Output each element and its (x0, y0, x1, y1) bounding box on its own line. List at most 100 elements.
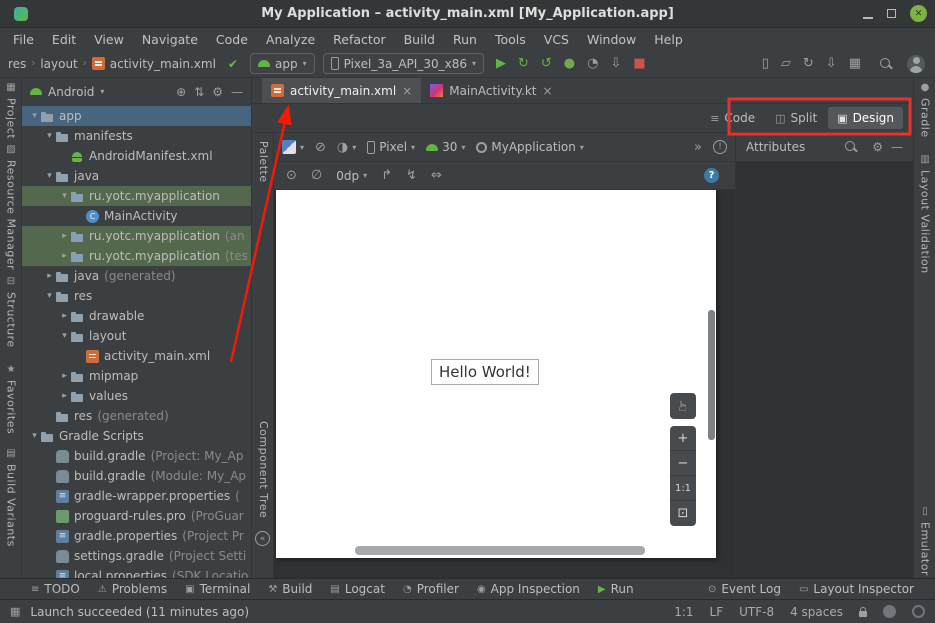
tree-row[interactable]: proguard-rules.pro (ProGuar (22, 506, 251, 526)
menu-item[interactable]: Refactor (324, 30, 394, 49)
tree-row[interactable]: AndroidManifest.xml (22, 146, 251, 166)
tool-run[interactable]: ▶ Run (589, 579, 643, 599)
menu-item[interactable]: Tools (486, 30, 535, 49)
tree-row[interactable]: ▸ values (22, 386, 251, 406)
apply-changes-icon[interactable]: ↻ (514, 56, 533, 71)
component-tree-tool-button[interactable]: Component Tree (257, 421, 270, 518)
zoom-fit-button[interactable]: ⊡ (670, 501, 696, 526)
tab-activity-main-xml[interactable]: activity_main.xml × (262, 78, 421, 103)
debug-icon[interactable]: ● (560, 56, 579, 71)
profiler-icon[interactable]: ◔ (583, 56, 602, 71)
structure-icon[interactable]: ▦ (845, 56, 865, 71)
tab-main-activity-kt[interactable]: MainActivity.kt × (421, 78, 561, 103)
zoom-ratio-button[interactable]: 1:1 (670, 476, 696, 501)
tree-row[interactable]: ▾ Gradle Scripts (22, 426, 251, 446)
highlighting-level-icon[interactable] (883, 605, 896, 618)
minimize-button[interactable] (863, 17, 873, 19)
pack-icon[interactable]: ⇔ (431, 168, 442, 183)
breadcrumb-layout[interactable]: layout (40, 57, 77, 71)
tool-profiler[interactable]: ◔ Profiler (394, 579, 468, 599)
device-size-selector[interactable]: Pixel ▾ (367, 140, 415, 154)
sdk-manager-icon[interactable]: ⇩ (822, 56, 841, 71)
module-selector[interactable]: app ▾ (250, 53, 315, 74)
tree-chevron-icon[interactable]: ▸ (58, 311, 71, 321)
menu-item[interactable]: Window (578, 30, 645, 49)
run-icon[interactable]: ▶ (492, 56, 510, 71)
tree-chevron-icon[interactable]: ▾ (28, 111, 41, 121)
vertical-scrollbar[interactable] (708, 310, 715, 440)
tool-windows-toggle-icon[interactable]: ▦ (10, 605, 20, 618)
tool-button-favorites[interactable]: ★ Favorites (0, 364, 22, 434)
lock-icon[interactable] (859, 611, 867, 617)
settings-icon[interactable]: ⚙ (212, 85, 223, 99)
orientation-selector[interactable]: ◑ ▾ (337, 140, 356, 155)
close-icon[interactable]: × (402, 84, 412, 98)
menu-item[interactable]: Analyze (257, 30, 324, 49)
pan-button[interactable]: ☞ (670, 393, 696, 419)
status-widget[interactable]: 1:1 (674, 605, 693, 619)
theme-selector[interactable]: MyApplication ▾ (476, 140, 584, 154)
tree-row[interactable]: res (generated) (22, 406, 251, 426)
guidelines-icon[interactable]: ↱ (381, 168, 392, 183)
gear-icon[interactable]: ⚙ (872, 140, 883, 154)
tree-row[interactable]: settings.gradle (Project Setti (22, 546, 251, 566)
toolbar-overflow-icon[interactable]: » (694, 140, 702, 155)
status-widget[interactable]: LF (710, 605, 724, 619)
tool-button-build-variants[interactable]: ▤ Build Variants (0, 448, 22, 547)
infer-constraints-icon[interactable]: ↯ (406, 168, 417, 183)
tree-row[interactable]: build.gradle (Module: My_Ap (22, 466, 251, 486)
menu-item[interactable]: Build (395, 30, 444, 49)
tree-chevron-icon[interactable]: ▸ (58, 391, 71, 401)
tree-chevron-icon[interactable]: ▾ (58, 331, 71, 341)
menu-item[interactable]: Help (645, 30, 692, 49)
tree-chevron-icon[interactable]: ▸ (58, 371, 71, 381)
collapse-all-icon[interactable]: ⇅ (194, 85, 204, 99)
tool-button-layout-validation[interactable]: ▥ Layout Validation (914, 154, 935, 274)
menu-item[interactable]: View (85, 30, 133, 49)
view-options-icon[interactable]: ⊙ (286, 168, 297, 183)
zoom-in-button[interactable]: + (670, 426, 696, 451)
tree-row[interactable]: MainActivity (22, 206, 251, 226)
tool-problems[interactable]: ⚠ Problems (89, 579, 176, 599)
device-selector[interactable]: Pixel_3a_API_30_x86 ▾ (323, 53, 484, 74)
sync-project-icon[interactable]: ↻ (799, 56, 818, 71)
mode-design[interactable]: ▣ Design (828, 107, 903, 129)
tree-chevron-icon[interactable]: ▾ (28, 431, 41, 441)
tool-logcat[interactable]: ▤ Logcat (321, 579, 394, 599)
tree-row[interactable]: gradle-wrapper.properties ( (22, 486, 251, 506)
help-icon[interactable]: ? (704, 168, 719, 183)
tree-chevron-icon[interactable]: ▾ (43, 291, 56, 301)
status-widget[interactable]: 4 spaces (790, 605, 843, 619)
stop-icon[interactable]: ■ (629, 56, 649, 71)
tool-layout-inspector[interactable]: ▭ Layout Inspector (790, 579, 923, 599)
tree-row[interactable]: ▸ mipmap (22, 366, 251, 386)
tool-terminal[interactable]: ▣ Terminal (176, 579, 259, 599)
hello-world-textview[interactable]: Hello World! (431, 359, 539, 385)
tree-chevron-icon[interactable]: ▾ (43, 171, 56, 181)
issue-panel-icon[interactable]: ! (713, 140, 727, 154)
autoconnect-off-icon[interactable]: ∅ (311, 168, 322, 183)
menu-item[interactable]: Navigate (133, 30, 207, 49)
tree-chevron-icon[interactable]: ▾ (43, 131, 56, 141)
attach-debugger-icon[interactable]: ⇩ (606, 56, 625, 71)
tree-row[interactable]: ▾ ru.yotc.myapplication (22, 186, 251, 206)
horizontal-scrollbar[interactable] (355, 546, 645, 555)
menu-item[interactable]: VCS (535, 30, 578, 49)
menu-item[interactable]: File (4, 30, 43, 49)
tree-row[interactable]: local.properties (SDK Locatio (22, 566, 251, 578)
tool-button-gradle[interactable]: ● Gradle (914, 82, 935, 138)
tool-button-resource-manager[interactable]: ▨ Resource Manager (0, 144, 22, 270)
device-canvas[interactable]: Hello World! (276, 190, 716, 558)
search-icon[interactable] (879, 57, 893, 71)
api-level-selector[interactable]: 30 ▾ (426, 140, 465, 154)
tree-chevron-icon[interactable]: ▸ (43, 271, 56, 281)
close-icon[interactable]: × (543, 84, 553, 98)
tool-button-project[interactable]: ▦ Project (0, 82, 22, 139)
tree-row[interactable]: ▸ ru.yotc.myapplication (tes (22, 246, 251, 266)
breadcrumb-res[interactable]: res (8, 57, 26, 71)
breadcrumb-file[interactable]: activity_main.xml (110, 57, 216, 71)
tool-app-inspection[interactable]: ◉ App Inspection (468, 579, 589, 599)
tool-build[interactable]: ⚒ Build (259, 579, 321, 599)
design-surface-selector[interactable]: ▾ (282, 140, 304, 154)
restore-panels-icon[interactable]: « (255, 531, 270, 546)
